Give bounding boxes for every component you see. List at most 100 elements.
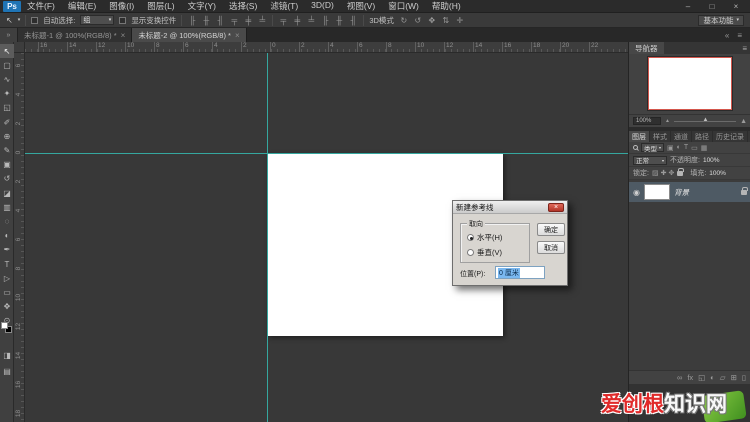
lock-position-icon[interactable]: ✥ [668, 169, 674, 177]
panel-tab[interactable]: 历史记录 [713, 131, 748, 142]
menu-item[interactable]: 图像(I) [109, 0, 134, 12]
lasso-tool[interactable]: ∿ [0, 72, 14, 86]
auto-select-checkbox[interactable] [31, 17, 38, 24]
distribute-vertical-centers-icon[interactable]: ╪ [292, 16, 302, 25]
vertical-ruler[interactable]: 642024681012141618 [14, 53, 25, 422]
align-top-edges-icon[interactable]: ╤ [229, 16, 239, 25]
menu-item[interactable]: 窗口(W) [388, 0, 419, 12]
background-lock-icon[interactable] [741, 190, 747, 195]
horizontal-guide[interactable] [25, 153, 628, 154]
3d-slide-icon[interactable]: ⇅ [441, 16, 451, 25]
workspace-switcher[interactable]: 基本功能 ▾ [698, 15, 744, 26]
filter-smart-objects-icon[interactable]: ▦ [701, 144, 708, 152]
zoom-in-icon[interactable]: ▲ [740, 118, 747, 125]
filter-adjustment-layers-icon[interactable]: ◐ [677, 144, 681, 151]
window-close-button[interactable]: × [730, 2, 742, 11]
delete-layer-icon[interactable]: ▯ [742, 373, 746, 382]
filter-shape-layers-icon[interactable]: ▭ [691, 144, 698, 152]
layer-style-icon[interactable]: fx [687, 373, 693, 382]
distribute-top-edges-icon[interactable]: ╤ [278, 16, 288, 25]
horizontal-radio[interactable] [467, 234, 474, 241]
crop-tool[interactable]: ◱ [0, 101, 14, 115]
screen-mode-button[interactable]: ▤ [0, 364, 14, 378]
fill-value[interactable]: 100% [709, 170, 726, 177]
menu-item[interactable]: 编辑(E) [68, 0, 96, 12]
foreground-color-swatch[interactable] [1, 322, 8, 329]
filter-type-layers-icon[interactable]: T [684, 144, 688, 151]
panel-tab[interactable]: 图层 [629, 131, 650, 142]
panel-tab[interactable]: 路径 [692, 131, 713, 142]
menu-item[interactable]: 视图(V) [347, 0, 375, 12]
horizontal-ruler[interactable]: 1614121086420246810121416182022 [25, 42, 628, 53]
horizontal-radio-row[interactable]: 水平(H) [467, 232, 502, 243]
document-tab-2[interactable]: 未标题-2 @ 100%(RGB/8) * × [132, 28, 246, 42]
rectangle-shape-tool[interactable]: ▭ [0, 285, 14, 299]
filter-type-dropdown[interactable]: 类型 ▾ [641, 143, 664, 152]
move-tool[interactable]: ↖ [0, 44, 14, 58]
3d-roll-icon[interactable]: ↺ [413, 16, 423, 25]
quick-mask-button[interactable]: ◨ [0, 348, 14, 362]
link-layers-icon[interactable]: ∞ [677, 373, 682, 382]
dialog-close-button[interactable]: × [548, 203, 564, 212]
panel-menu-icon[interactable]: ≡ [738, 42, 750, 54]
adjustment-layer-icon[interactable]: ◐ [710, 373, 715, 382]
eyedropper-tool[interactable]: ✐ [0, 115, 14, 129]
3d-rotate-icon[interactable]: ↻ [399, 16, 409, 25]
3d-pan-icon[interactable]: ✥ [427, 16, 437, 25]
cancel-button[interactable]: 取消 [537, 241, 565, 254]
pen-tool[interactable]: ✒ [0, 243, 14, 257]
quick-selection-tool[interactable]: ✦ [0, 87, 14, 101]
visibility-eye-icon[interactable]: ◉ [633, 188, 640, 197]
tools-dock-header[interactable]: » [0, 28, 18, 42]
gradient-tool[interactable]: ▥ [0, 200, 14, 214]
path-selection-tool[interactable]: ▷ [0, 271, 14, 285]
layer-group-icon[interactable]: ▱ [720, 373, 726, 382]
panel-tab[interactable]: 通道 [671, 131, 692, 142]
distribute-right-edges-icon[interactable]: ╢ [348, 16, 358, 25]
menu-item[interactable]: 文字(Y) [188, 0, 216, 12]
clone-stamp-tool[interactable]: ▣ [0, 158, 14, 172]
filter-pixel-layers-icon[interactable]: ▣ [667, 144, 674, 152]
new-layer-icon[interactable]: ⊞ [731, 373, 737, 382]
zoom-out-icon[interactable]: ▲ [665, 118, 670, 124]
document-tab-1[interactable]: 未标题-1 @ 100%(RGB/8) * × [18, 28, 132, 42]
distribute-horizontal-centers-icon[interactable]: ╫ [334, 16, 344, 25]
layer-thumbnail[interactable] [644, 184, 670, 200]
show-transform-checkbox[interactable] [119, 17, 126, 24]
collapse-dock-icon[interactable]: « [725, 31, 729, 40]
align-bottom-edges-icon[interactable]: ╧ [257, 16, 267, 25]
distribute-bottom-edges-icon[interactable]: ╧ [306, 16, 316, 25]
menu-item[interactable]: 图层(L) [147, 0, 174, 12]
window-restore-button[interactable]: □ [706, 2, 718, 11]
tab-navigator[interactable]: 导航器 [629, 42, 664, 54]
rectangular-marquee-tool[interactable]: ▢ [0, 58, 14, 72]
vertical-radio[interactable] [467, 249, 474, 256]
layer-mask-icon[interactable]: ◱ [698, 373, 705, 382]
brush-tool[interactable]: ✎ [0, 143, 14, 157]
lock-transparency-icon[interactable]: ▨ [652, 169, 659, 177]
navigator-zoom-slider[interactable]: ▲ [674, 121, 736, 122]
tool-preset-arrow-icon[interactable]: ▾ [18, 17, 21, 23]
blur-tool[interactable]: ◌ [0, 214, 14, 228]
blend-mode-dropdown[interactable]: 正常 ▾ [633, 156, 667, 165]
slider-thumb[interactable]: ▲ [703, 117, 709, 123]
menu-item[interactable]: 帮助(H) [432, 0, 461, 12]
dodge-tool[interactable]: ◐ [0, 229, 14, 243]
distribute-left-edges-icon[interactable]: ╟ [320, 16, 330, 25]
history-brush-tool[interactable]: ↺ [0, 172, 14, 186]
opacity-value[interactable]: 100% [703, 157, 720, 164]
align-vertical-centers-icon[interactable]: ╪ [243, 16, 253, 25]
3d-scale-icon[interactable]: ✛ [455, 16, 465, 25]
align-left-edges-icon[interactable]: ╟ [187, 16, 197, 25]
lock-all-icon[interactable] [677, 171, 683, 176]
menu-item[interactable]: 3D(D) [311, 0, 334, 12]
align-right-edges-icon[interactable]: ╢ [215, 16, 225, 25]
menu-item[interactable]: 选择(S) [229, 0, 257, 12]
hand-tool[interactable]: ✥ [0, 300, 14, 314]
vertical-guide[interactable] [267, 53, 268, 422]
eraser-tool[interactable]: ◪ [0, 186, 14, 200]
navigator-zoom-field[interactable]: 100% [633, 117, 661, 125]
menu-item[interactable]: 滤镜(T) [270, 0, 298, 12]
align-horizontal-centers-icon[interactable]: ╫ [201, 16, 211, 25]
close-icon[interactable]: × [121, 31, 126, 40]
